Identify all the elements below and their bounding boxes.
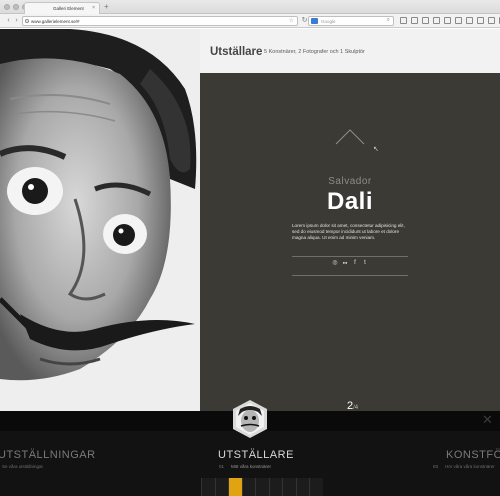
extension-icon[interactable] — [455, 17, 462, 24]
artist-info-panel: ↖ Salvador Dali Lorem ipsum dolor sit am… — [200, 73, 500, 412]
share-icon[interactable] — [444, 17, 451, 24]
artist-last-name: Dali — [326, 188, 373, 215]
globe-icon — [25, 19, 29, 23]
page-subtitle: 5 Konstnärer, 2 Fotografer och 1 Skulptö… — [264, 49, 365, 55]
browser-tab[interactable]: Galleri Element × — [24, 2, 100, 14]
home-icon[interactable] — [422, 17, 429, 24]
artist-portrait — [0, 29, 200, 411]
mouse-cursor-icon: ↖ — [373, 146, 379, 153]
artist-bio: Lorem ipsum dolor sit amet, consectetur … — [292, 223, 405, 241]
search-box[interactable]: Google ⌕ — [308, 16, 394, 26]
tab-title: Galleri Element — [53, 6, 84, 11]
section-header: Utställare 5 Konstnärer, 2 Fotografer oc… — [200, 29, 500, 73]
divider — [292, 256, 408, 257]
new-tab-button[interactable]: + — [104, 2, 109, 12]
close-icon[interactable]: ✕ — [482, 413, 493, 427]
minimize-window-button[interactable] — [13, 4, 19, 10]
addon-icon[interactable] — [433, 17, 440, 24]
page-title: Utställare — [210, 46, 263, 58]
search-icon[interactable]: ⌕ — [387, 17, 390, 24]
reader-icon[interactable] — [488, 17, 495, 24]
instagram-icon[interactable]: ◎ — [332, 260, 338, 266]
thumbnail-strip — [201, 478, 323, 496]
nav-item-number: 03 — [433, 464, 439, 469]
thumbnail-item[interactable] — [282, 478, 296, 496]
thumbnail-item[interactable] — [268, 478, 282, 496]
nav-item-utstallningar[interactable]: UTSTÄLLNINGAR — [0, 449, 96, 461]
url-text: www.gallerielement.se/# — [31, 19, 80, 24]
browser-window: Galleri Element × + ‹ › www.gallerieleme… — [0, 0, 500, 496]
toolbar-icons — [400, 17, 500, 24]
bottom-navigation: ✕ UTSTÄLLNINGAR Se våra utställningar UT… — [0, 400, 500, 496]
downloads-icon[interactable] — [411, 17, 418, 24]
page-content: Utställare 5 Konstnärer, 2 Fotografer oc… — [0, 29, 500, 496]
flickr-icon[interactable]: ●● — [342, 260, 348, 266]
bookmark-star-icon[interactable]: ☆ — [289, 17, 294, 24]
thumbnail-item[interactable] — [309, 478, 323, 496]
divider — [292, 275, 408, 276]
social-links: ◎ ●● f t — [332, 260, 368, 266]
close-window-button[interactable] — [4, 4, 10, 10]
nav-item-konstforeningar-sub: Hör våra våra konstnärer — [445, 464, 495, 469]
thumbnail-item[interactable] — [241, 478, 255, 496]
search-placeholder: Google — [321, 19, 336, 24]
nav-item-utstallare-sub: Möt våra konstnärer — [231, 464, 272, 469]
navigation-bar: ‹ › www.gallerielement.se/# ☆ ↻ Google ⌕ — [0, 14, 500, 28]
search-engine-icon — [311, 18, 318, 24]
artist-avatar[interactable] — [231, 400, 269, 438]
thumbnail-item[interactable] — [255, 478, 269, 496]
address-bar[interactable]: www.gallerielement.se/# ☆ — [22, 16, 298, 26]
nav-item-konstforeningar[interactable]: KONSTFÖR — [446, 449, 500, 461]
facebook-icon[interactable]: f — [352, 260, 358, 266]
sync-icon[interactable] — [466, 17, 473, 24]
forward-arrow-icon[interactable]: › — [12, 16, 21, 25]
nav-item-utstallare[interactable]: UTSTÄLLARE — [218, 449, 294, 461]
tab-bar: Galleri Element × + — [0, 0, 500, 14]
close-tab-icon[interactable]: × — [92, 5, 95, 11]
artist-first-name: Salvador — [328, 176, 372, 187]
nav-item-number: 01 — [219, 464, 225, 469]
thumbnail-item[interactable] — [214, 478, 228, 496]
twitter-icon[interactable]: t — [362, 260, 368, 266]
thumbnail-item[interactable] — [201, 478, 215, 496]
chevron-up-icon[interactable] — [335, 129, 365, 145]
nav-item-utstallningar-sub: Se våra utställningar — [2, 464, 44, 469]
social-icon[interactable] — [477, 17, 484, 24]
thumbnail-item[interactable] — [228, 478, 242, 496]
bookmarks-icon[interactable] — [400, 17, 407, 24]
thumbnail-item[interactable] — [295, 478, 309, 496]
